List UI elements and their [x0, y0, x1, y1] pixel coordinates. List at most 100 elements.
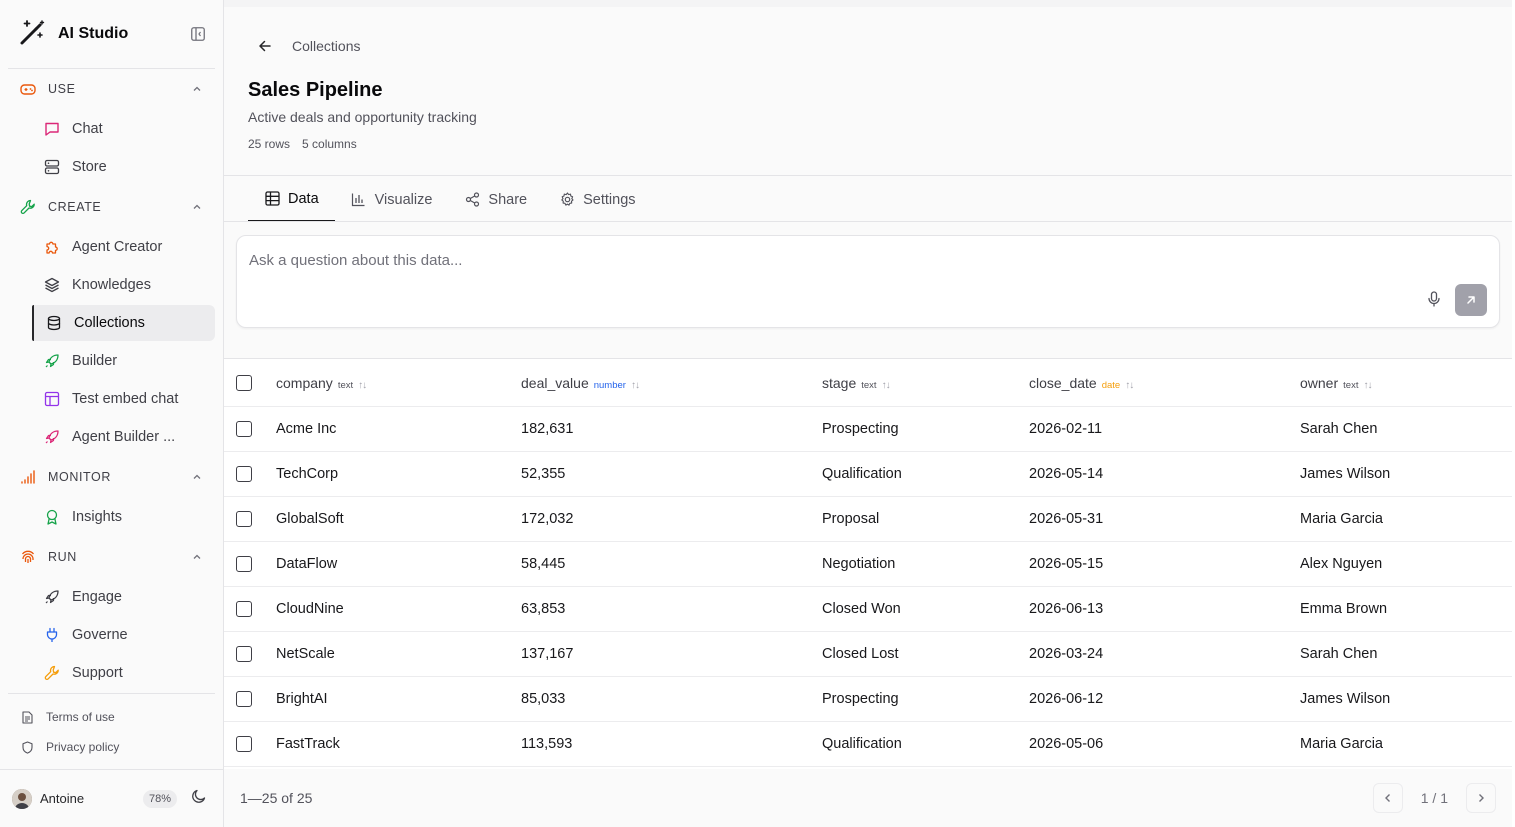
privacy-link[interactable]: Privacy policy [0, 732, 223, 762]
column-header-owner[interactable]: owner text ↑↓ [1300, 375, 1512, 391]
sidebar-item-engage[interactable]: Engage [32, 579, 215, 615]
sort-icon[interactable]: ↑↓ [882, 380, 891, 391]
section-create[interactable]: CREATE [0, 187, 223, 227]
terms-link[interactable]: Terms of use [0, 702, 223, 732]
message-square-icon [44, 121, 60, 137]
sidebar-item-agent-creator[interactable]: Agent Creator [32, 229, 215, 265]
next-page-button[interactable] [1466, 783, 1496, 813]
row-checkbox[interactable] [236, 601, 252, 617]
row-checkbox[interactable] [236, 646, 252, 662]
tab-bar: Data Visualize Share Settings [248, 177, 652, 222]
section-label: CREATE [48, 200, 102, 214]
sidebar-item-label: Knowledges [72, 277, 151, 293]
table-row[interactable]: CloudNine 63,853 Closed Won 2026-06-13 E… [224, 587, 1512, 632]
chevron-left-icon [1384, 794, 1390, 802]
moon-icon[interactable] [191, 788, 207, 809]
avatar[interactable] [12, 788, 32, 809]
table-row[interactable]: FastTrack 113,593 Qualification 2026-05-… [224, 722, 1512, 767]
tab-share[interactable]: Share [448, 177, 543, 222]
chevron-up-icon[interactable] [191, 471, 203, 483]
tab-settings[interactable]: Settings [543, 177, 651, 222]
section-monitor[interactable]: MONITOR [0, 457, 223, 497]
table-row[interactable]: BrightAI 85,033 Prospecting 2026-06-12 J… [224, 677, 1512, 722]
sidebar-item-label: Governe [72, 627, 128, 643]
table-row[interactable]: NetScale 137,167 Closed Lost 2026-03-24 … [224, 632, 1512, 677]
cell-owner: James Wilson [1300, 691, 1391, 707]
plug-icon [44, 627, 60, 643]
chevron-up-icon[interactable] [191, 551, 203, 563]
sort-icon[interactable]: ↑↓ [1363, 380, 1372, 391]
award-icon [44, 509, 60, 525]
sidebar-item-support[interactable]: Support [32, 655, 215, 691]
sidebar-item-agent-builder[interactable]: Agent Builder ... [32, 419, 215, 455]
ask-input[interactable] [249, 248, 1349, 272]
column-header-close-date[interactable]: close_date date ↑↓ [1029, 375, 1300, 391]
row-checkbox[interactable] [236, 736, 252, 752]
sidebar-toggle-icon[interactable] [189, 25, 207, 43]
sidebar-item-collections[interactable]: Collections [32, 305, 215, 341]
row-checkbox[interactable] [236, 466, 252, 482]
chevron-up-icon[interactable] [191, 201, 203, 213]
cell-owner: Sarah Chen [1300, 646, 1378, 662]
cell-deal-value: 63,853 [521, 601, 566, 617]
cell-owner: Emma Brown [1300, 601, 1388, 617]
page-indicator: 1 / 1 [1420, 790, 1448, 806]
tab-label: Share [488, 191, 528, 208]
row-checkbox[interactable] [236, 511, 252, 527]
magic-wand-icon [18, 18, 46, 51]
select-all-checkbox[interactable] [236, 374, 252, 391]
chevron-up-icon[interactable] [191, 83, 203, 95]
row-count: 25 rows [248, 137, 291, 151]
cell-deal-value: 113,593 [521, 736, 573, 752]
signal-icon [20, 469, 36, 485]
column-name: deal_value [521, 374, 589, 391]
user-name: Antoine [40, 791, 85, 806]
table-row[interactable]: DataFlow 58,445 Negotiation 2026-05-15 A… [224, 542, 1512, 587]
cell-deal-value: 58,445 [521, 556, 566, 572]
row-checkbox[interactable] [236, 691, 252, 707]
row-checkbox[interactable] [236, 556, 252, 572]
sidebar-item-governe[interactable]: Governe [32, 617, 215, 653]
cell-close-date: 2026-02-11 [1029, 421, 1103, 437]
sort-icon[interactable]: ↑↓ [1125, 380, 1134, 391]
section-run[interactable]: RUN [0, 537, 223, 577]
send-button[interactable] [1455, 284, 1487, 316]
table-row[interactable]: GlobalSoft 172,032 Proposal 2026-05-31 M… [224, 497, 1512, 542]
row-range: 1—25 of 25 [240, 790, 313, 806]
sort-icon[interactable]: ↑↓ [631, 380, 640, 391]
sidebar-item-test-embed-chat[interactable]: Test embed chat [32, 381, 215, 417]
rocket-icon [44, 429, 60, 445]
sidebar-item-builder[interactable]: Builder [32, 343, 215, 379]
sort-icon[interactable]: ↑↓ [358, 380, 367, 391]
cell-deal-value: 172,032 [521, 511, 574, 527]
sidebar-item-label: Agent Creator [72, 239, 163, 255]
column-name: stage [822, 374, 857, 391]
sidebar-item-store[interactable]: Store [32, 149, 215, 185]
sidebar-item-chat[interactable]: Chat [32, 111, 215, 147]
cell-company: NetScale [276, 646, 335, 662]
cell-deal-value: 85,033 [521, 691, 566, 707]
table-row[interactable]: Acme Inc 182,631 Prospecting 2026-02-11 … [224, 407, 1512, 452]
breadcrumb-link[interactable]: Collections [292, 38, 360, 54]
tab-data[interactable]: Data [248, 177, 335, 222]
row-checkbox[interactable] [236, 421, 252, 437]
sidebar-item-knowledges[interactable]: Knowledges [32, 267, 215, 303]
arrow-left-icon[interactable] [256, 37, 274, 55]
column-header-deal-value[interactable]: deal_value number ↑↓ [521, 375, 822, 391]
sidebar-item-label: Collections [74, 315, 145, 331]
tab-label: Data [288, 190, 319, 207]
user-panel[interactable]: Antoine 78% [0, 769, 223, 827]
microphone-icon[interactable] [1425, 290, 1443, 308]
column-type: date [1101, 379, 1121, 391]
section-use[interactable]: USE [0, 69, 223, 109]
cell-company: GlobalSoft [276, 511, 344, 527]
column-header-company[interactable]: company text ↑↓ [276, 375, 521, 391]
column-header-stage[interactable]: stage text ↑↓ [822, 375, 1029, 391]
cell-company: CloudNine [276, 601, 344, 617]
cell-stage: Prospecting [822, 421, 899, 437]
cell-company: TechCorp [276, 466, 339, 482]
prev-page-button[interactable] [1372, 783, 1403, 813]
tab-visualize[interactable]: Visualize [335, 177, 449, 222]
table-row[interactable]: TechCorp 52,355 Qualification 2026-05-14… [224, 452, 1512, 497]
sidebar-item-insights[interactable]: Insights [32, 499, 215, 535]
